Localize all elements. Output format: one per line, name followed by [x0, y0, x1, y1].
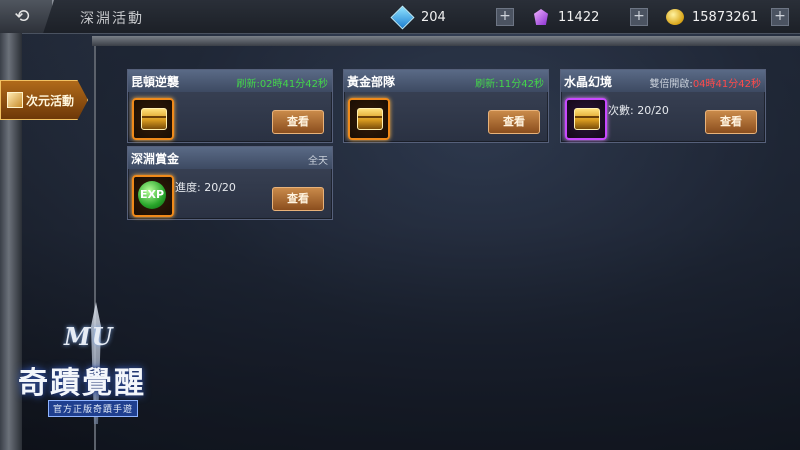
logo-mu: MU [64, 322, 114, 351]
view-button[interactable]: 查看 [488, 110, 540, 134]
card-refresh-timer: 刷新:02時41分42秒 [236, 79, 328, 90]
purple-gem-icon [534, 9, 548, 25]
card-body: 查看 [344, 92, 548, 142]
card-title: 深淵賞金 [131, 152, 180, 166]
diamond-count: 204 [421, 9, 446, 25]
event-card-abyss-bounty: 深淵賞金 全天 EXP 進度: 20/20 查看 [127, 146, 333, 220]
view-button[interactable]: 查看 [272, 187, 324, 211]
add-gold-button[interactable]: + [771, 8, 789, 26]
card-header: 黃金部隊 刷新:11分42秒 [344, 70, 548, 92]
double-label: 雙倍開啟: [649, 79, 693, 90]
golden-chest-icon [141, 108, 167, 130]
exp-orb-icon: EXP [138, 181, 166, 209]
card-body: 次數: 20/20 查看 [561, 92, 765, 142]
card-header: 深淵賞金 全天 [128, 147, 332, 169]
progress-counter: 進度: 20/20 [175, 181, 236, 194]
back-arrow-icon: ⟲ [14, 6, 30, 27]
double-time: 04時41分42秒 [692, 79, 761, 90]
card-availability: 全天 [308, 156, 328, 167]
diamond-icon [390, 4, 415, 30]
card-header: 水晶幻境 雙倍開啟:04時41分42秒 [561, 70, 765, 92]
card-title: 水晶幻境 [564, 75, 613, 89]
card-title: 黃金部隊 [347, 75, 396, 89]
card-header: 昆頓逆襲 刷新:02時41分42秒 [128, 70, 332, 92]
card-title: 昆頓逆襲 [131, 75, 180, 89]
add-gem-button[interactable]: + [630, 8, 648, 26]
event-card-golden-troop: 黃金部隊 刷新:11分42秒 查看 [343, 69, 549, 143]
gold-count: 15873261 [692, 9, 759, 25]
attempts-counter: 次數: 20/20 [608, 104, 669, 117]
purple-chest-icon [574, 108, 600, 130]
logo-name: 奇蹟覺醒 [18, 366, 146, 401]
diamond-currency: 204 [390, 4, 446, 30]
panel-top-border [92, 36, 800, 46]
book-icon [7, 92, 23, 108]
gold-currency: 15873261 [666, 7, 758, 27]
gold-coin-icon [666, 9, 684, 25]
reward-slot[interactable] [348, 98, 390, 140]
card-refresh-timer: 刷新:11分42秒 [475, 79, 544, 90]
reward-slot[interactable] [565, 98, 607, 140]
card-body: EXP 進度: 20/20 查看 [128, 169, 332, 219]
golden-chest-icon [357, 108, 383, 130]
card-body: 查看 [128, 92, 332, 142]
page-title: 深淵活動 [80, 11, 144, 27]
gem-count: 11422 [558, 9, 600, 25]
card-double-timer: 雙倍開啟:04時41分42秒 [649, 75, 761, 90]
add-diamond-button[interactable]: + [496, 8, 514, 26]
view-button[interactable]: 查看 [272, 110, 324, 134]
event-card-crystal-realm: 水晶幻境 雙倍開啟:04時41分42秒 次數: 20/20 查看 [560, 69, 766, 143]
gem-currency: 11422 [534, 7, 599, 27]
view-button[interactable]: 查看 [705, 110, 757, 134]
reward-slot[interactable] [132, 98, 174, 140]
tab-label: 次元活動 [26, 93, 75, 108]
logo-subtitle: 官方正版奇蹟手遊 [48, 400, 139, 417]
top-bar: ⟲ 深淵活動 204 + 11422 + 15873261 + [0, 0, 800, 34]
back-button[interactable]: ⟲ [0, 0, 54, 33]
event-card-kundun: 昆頓逆襲 刷新:02時41分42秒 查看 [127, 69, 333, 143]
game-logo: MU 奇蹟覺醒 官方正版奇蹟手遊 [18, 302, 193, 430]
tab-dimension-events[interactable]: 次元活動 [0, 80, 88, 120]
reward-slot[interactable]: EXP [132, 175, 174, 217]
